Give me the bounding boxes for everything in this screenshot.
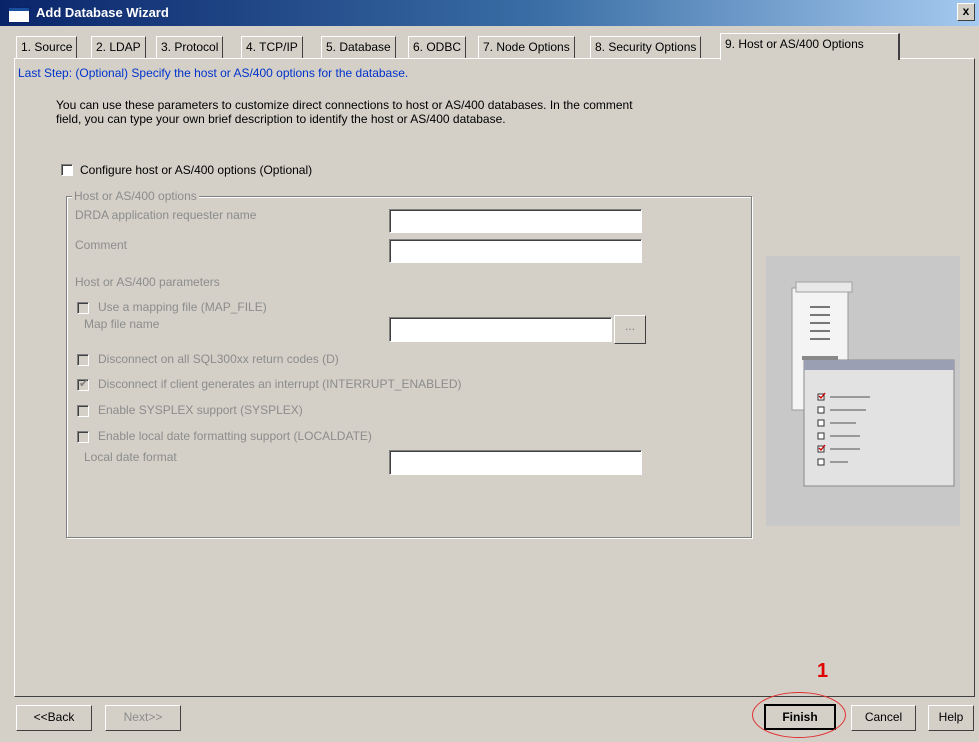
mapping-file-checkbox[interactable] — [77, 302, 89, 314]
back-button[interactable]: <<Back — [16, 705, 92, 731]
disconnect-all-label[interactable]: Disconnect on all SQL300xx return codes … — [98, 352, 339, 366]
comment-label: Comment — [75, 238, 128, 252]
localdate-checkbox[interactable] — [77, 431, 89, 443]
params-label: Host or AS/400 parameters — [75, 275, 220, 289]
step-instruction: Last Step: (Optional) Specify the host o… — [18, 66, 409, 80]
tab-security-options[interactable]: 8. Security Options — [590, 36, 702, 58]
disconnect-interrupt-checkbox[interactable]: ✔ — [77, 378, 89, 391]
configure-checkbox[interactable] — [61, 164, 73, 176]
drda-input[interactable] — [389, 209, 642, 233]
annotation-ellipse — [752, 692, 846, 738]
description-line-2: field, you can type your own brief descr… — [56, 112, 506, 126]
tab-tcpip[interactable]: 4. TCP/IP — [241, 36, 303, 58]
map-file-name-label: Map file name — [84, 317, 160, 331]
comment-input[interactable] — [389, 239, 642, 263]
browse-button[interactable]: ... — [614, 315, 646, 344]
tab-ldap[interactable]: 2. LDAP — [91, 36, 146, 58]
close-button[interactable]: x — [957, 3, 975, 21]
description: You can use these parameters to customiz… — [56, 98, 756, 126]
local-date-format-input[interactable] — [389, 450, 642, 475]
sysplex-label[interactable]: Enable SYSPLEX support (SYSPLEX) — [98, 403, 303, 417]
disconnect-interrupt-label[interactable]: Disconnect if client generates an interr… — [98, 377, 461, 391]
window-icon — [8, 7, 30, 23]
mapping-file-label[interactable]: Use a mapping file (MAP_FILE) — [98, 300, 267, 314]
description-line-1: You can use these parameters to customiz… — [56, 98, 633, 112]
tab-node-options[interactable]: 7. Node Options — [478, 36, 575, 58]
sysplex-checkbox[interactable] — [77, 405, 89, 417]
map-file-input[interactable] — [389, 317, 612, 342]
check-icon: ✔ — [79, 378, 89, 390]
localdate-label[interactable]: Enable local date formatting support (LO… — [98, 429, 372, 443]
cancel-button[interactable]: Cancel — [851, 705, 916, 731]
help-button[interactable]: Help — [928, 705, 974, 731]
wizard-illustration — [766, 256, 960, 526]
window-title: Add Database Wizard — [36, 5, 169, 20]
group-legend: Host or AS/400 options — [72, 189, 199, 203]
configure-label[interactable]: Configure host or AS/400 options (Option… — [80, 163, 312, 177]
tab-database[interactable]: 5. Database — [321, 36, 396, 58]
drda-label: DRDA application requester name — [75, 208, 257, 222]
disconnect-all-checkbox[interactable] — [77, 354, 89, 366]
next-button[interactable]: Next>> — [105, 705, 181, 731]
tab-host-as400-options[interactable]: 9. Host or AS/400 Options — [720, 33, 900, 60]
local-date-format-label: Local date format — [84, 450, 177, 464]
title-bar: Add Database Wizard x — [0, 0, 979, 26]
dialog-window-icon — [803, 359, 955, 487]
annotation-number: 1 — [817, 660, 829, 682]
tab-odbc[interactable]: 6. ODBC — [408, 36, 467, 58]
tab-source[interactable]: 1. Source — [16, 36, 78, 58]
tab-protocol[interactable]: 3. Protocol — [156, 36, 224, 58]
